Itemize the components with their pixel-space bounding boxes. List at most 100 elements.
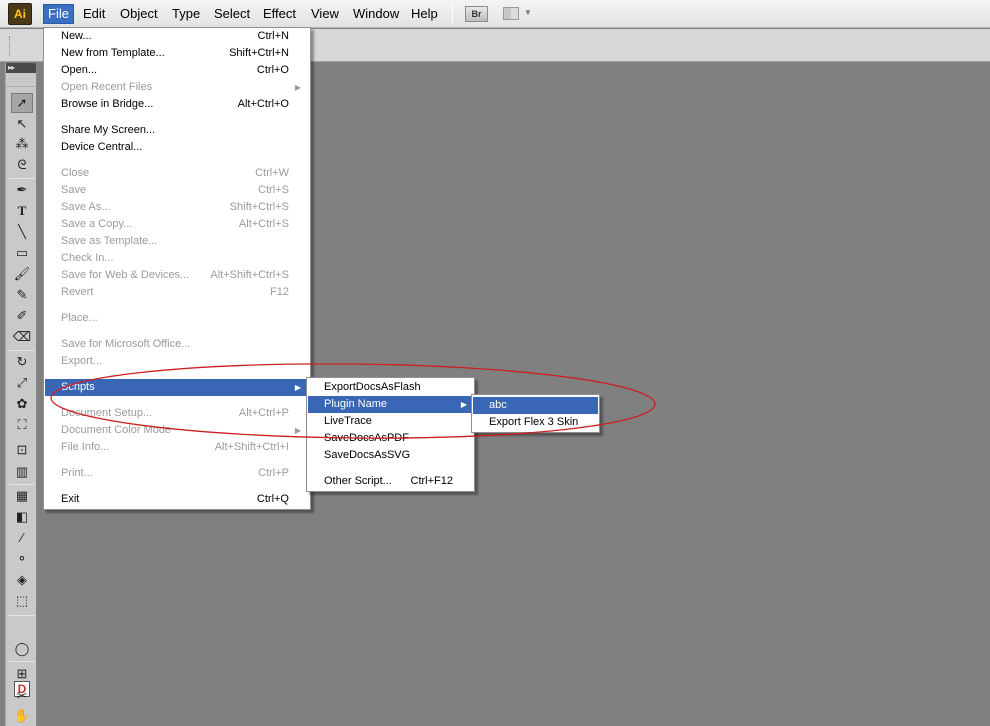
menubar-separator [452, 5, 453, 23]
menu-item-save-as[interactable]: Save As... Shift+Ctrl+S [45, 199, 309, 216]
menu-item-new-from-template[interactable]: New from Template... Shift+Ctrl+N [45, 45, 309, 62]
chevron-down-icon: ▼ [524, 8, 532, 17]
menu-item-browse-in-bridge[interactable]: Browse in Bridge... Alt+Ctrl+O [45, 96, 309, 113]
tools-separator [9, 484, 35, 485]
menu-separator [47, 374, 307, 375]
direct-selection-icon[interactable]: ↖ [11, 114, 33, 134]
menu-item-export-docs-as-flash[interactable]: ExportDocsAsFlash [308, 379, 473, 396]
menu-item-revert[interactable]: Revert F12 [45, 284, 309, 301]
menu-item-other-script[interactable]: Other Script... Ctrl+F12 [308, 473, 473, 490]
menu-item-check-in[interactable]: Check In... [45, 250, 309, 267]
menu-type[interactable]: Type [168, 4, 204, 24]
eyedropper-icon[interactable]: ⁄ [11, 528, 33, 548]
paintbrush-icon[interactable]: 🖌 [11, 264, 33, 284]
menu-item-document-color-mode[interactable]: Document Color Mode ▶ [45, 422, 309, 439]
blend-icon[interactable]: ⚬ [11, 549, 33, 569]
menu-item-export-flex-3-skin[interactable]: Export Flex 3 Skin [473, 414, 598, 431]
slice-icon[interactable]: ✂ [11, 686, 33, 706]
menu-item-save-for-web[interactable]: Save for Web & Devices... Alt+Shift+Ctrl… [45, 267, 309, 284]
pen-icon[interactable]: ✒ [11, 180, 33, 200]
menu-item-save-docs-as-svg[interactable]: SaveDocsAsSVG [308, 447, 473, 464]
menu-object[interactable]: Object [116, 4, 162, 24]
menu-item-exit[interactable]: Exit Ctrl+Q [45, 491, 309, 508]
menu-separator [47, 160, 307, 161]
rectangle-icon[interactable]: ▭ [11, 243, 33, 263]
menu-separator [310, 468, 471, 469]
tools-panel-grip[interactable] [6, 73, 36, 87]
selection-arrow-icon[interactable]: ➚ [11, 93, 33, 113]
menu-item-open[interactable]: Open... Ctrl+O [45, 62, 309, 79]
menu-item-scripts[interactable]: Scripts ▶ [45, 379, 309, 396]
menu-separator [47, 486, 307, 487]
plugin-name-submenu: abc Export Flex 3 Skin [471, 394, 600, 433]
lasso-icon[interactable]: ᘓ [11, 155, 33, 175]
scripts-submenu: ExportDocsAsFlash Plugin Name ▶ LiveTrac… [306, 377, 475, 492]
menu-item-save-for-microsoft-office[interactable]: Save for Microsoft Office... [45, 336, 309, 353]
hand-icon[interactable]: ✋ [11, 706, 33, 726]
menu-window[interactable]: Window [349, 4, 403, 24]
scale-icon[interactable]: ⤢ [11, 373, 33, 393]
gradient-icon[interactable]: ◧ [11, 507, 33, 527]
submenu-arrow-icon: ▶ [294, 426, 301, 435]
type-icon[interactable]: T [11, 201, 33, 221]
file-menu: New... Ctrl+N New from Template... Shift… [43, 27, 311, 510]
menu-select[interactable]: Select [210, 4, 254, 24]
live-paint-selection-icon[interactable]: ⬚ [11, 591, 33, 611]
menu-separator [47, 331, 307, 332]
tools-panel-collapse-button[interactable]: ▸▸ [6, 63, 36, 73]
tools-separator [9, 350, 35, 351]
menu-item-save[interactable]: Save Ctrl+S [45, 182, 309, 199]
menu-separator [47, 460, 307, 461]
free-transform-icon[interactable]: ⛶ [11, 415, 33, 435]
magic-wand-icon[interactable]: ⁂ [11, 134, 33, 154]
artboard-icon[interactable]: ⊞ [11, 664, 33, 684]
menu-item-file-info[interactable]: File Info... Alt+Shift+Ctrl+I [45, 439, 309, 456]
menu-item-plugin-name[interactable]: Plugin Name ▶ [308, 396, 473, 413]
column-graph-icon[interactable]: ▥ [11, 462, 33, 482]
menu-bar: Ai File Edit Object Type Select Effect V… [0, 0, 990, 28]
blob-brush-icon[interactable]: ✐ [11, 306, 33, 326]
menu-item-print[interactable]: Print... Ctrl+P [45, 465, 309, 482]
menu-item-document-setup[interactable]: Document Setup... Alt+Ctrl+P [45, 405, 309, 422]
bridge-button[interactable]: Br [465, 6, 488, 22]
live-paint-bucket-icon[interactable]: ◈ [11, 570, 33, 590]
tools-separator [9, 615, 35, 616]
warp-icon[interactable]: ✿ [11, 394, 33, 414]
menu-item-export[interactable]: Export... [45, 353, 309, 370]
menu-item-close[interactable]: Close Ctrl+W [45, 165, 309, 182]
menu-item-share-my-screen[interactable]: Share My Screen... [45, 122, 309, 139]
submenu-arrow-icon: ▶ [294, 83, 301, 92]
eraser-icon[interactable]: ⌫ [11, 327, 33, 347]
menu-help[interactable]: Help [407, 4, 442, 24]
menu-edit[interactable]: Edit [79, 4, 109, 24]
tools-separator [9, 178, 35, 179]
menu-item-device-central[interactable]: Device Central... [45, 139, 309, 156]
menu-separator [47, 117, 307, 118]
mesh-icon[interactable]: ▦ [11, 486, 33, 506]
menu-item-abc[interactable]: abc [473, 397, 598, 414]
line-segment-icon[interactable]: ╲ [11, 222, 33, 242]
submenu-arrow-icon: ▶ [460, 400, 467, 409]
symbol-sprayer-icon[interactable]: ⊡ [11, 440, 33, 460]
rotate-icon[interactable]: ↻ [11, 352, 33, 372]
illustrator-logo: Ai [8, 3, 32, 25]
arrange-documents-button[interactable]: ▼ [503, 6, 533, 22]
pencil-icon[interactable]: ✎ [11, 285, 33, 305]
menu-item-new[interactable]: New... Ctrl+N [45, 28, 309, 45]
menu-item-place[interactable]: Place... [45, 310, 309, 327]
menu-item-livetrace[interactable]: LiveTrace [308, 413, 473, 430]
tools-separator [9, 661, 35, 662]
arrange-documents-icon [503, 7, 519, 20]
menu-separator [47, 305, 307, 306]
menu-item-open-recent-files[interactable]: Open Recent Files ▶ [45, 79, 309, 96]
menu-item-save-docs-as-pdf[interactable]: SaveDocsAsPDF [308, 430, 473, 447]
submenu-arrow-icon: ▶ [294, 383, 301, 392]
menu-view[interactable]: View [307, 4, 343, 24]
control-bar-grip[interactable] [9, 36, 10, 56]
menu-file[interactable]: File [43, 4, 74, 24]
tools-panel: ▸▸ ➚ ↖ ⁂ ᘓ ✒ T ╲ ▭ 🖌 ✎ ✐ ⌫ ↻ ⤢ ✿ ⛶ ⊡ ▥ ▦… [5, 63, 37, 726]
menu-effect[interactable]: Effect [259, 4, 300, 24]
menu-item-save-a-copy[interactable]: Save a Copy... Alt+Ctrl+S [45, 216, 309, 233]
menu-item-save-as-template[interactable]: Save as Template... [45, 233, 309, 250]
draw-mode-icon[interactable]: ◯ [11, 639, 33, 659]
